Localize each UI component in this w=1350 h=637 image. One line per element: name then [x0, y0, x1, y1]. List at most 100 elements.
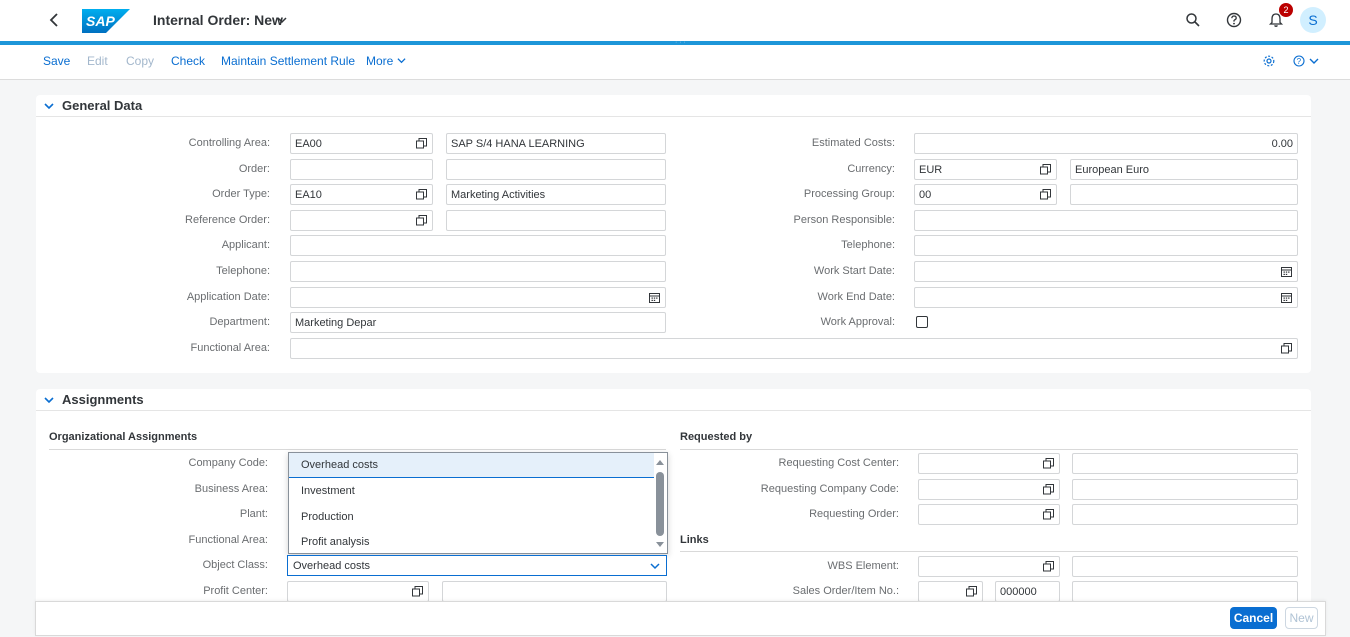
value-help-icon[interactable]	[416, 189, 427, 200]
back-button[interactable]	[46, 10, 64, 30]
value-help-icon[interactable]	[416, 138, 427, 149]
value-help-icon[interactable]	[1281, 343, 1292, 354]
scroll-up-arrow-icon[interactable]	[656, 458, 664, 466]
scroll-down-arrow-icon[interactable]	[656, 541, 664, 549]
sales-order-item-input[interactable]: 000000	[995, 581, 1060, 602]
profit-center-label: Profit Center:	[203, 585, 268, 597]
controlling-area-value: EA00	[295, 138, 322, 150]
general-data-title: General Data	[62, 98, 143, 113]
requesting-order-label: Requesting Order:	[809, 508, 899, 520]
maintain-settlement-rule-button[interactable]: Maintain Settlement Rule	[221, 54, 355, 68]
profit-center-input[interactable]	[287, 581, 429, 602]
calendar-icon[interactable]	[649, 292, 660, 303]
work-start-date-input[interactable]	[914, 261, 1298, 282]
order-desc	[446, 159, 666, 180]
requesting-cost-center-input[interactable]	[918, 453, 1060, 474]
processing-group-input[interactable]: 00	[914, 184, 1057, 205]
chevron-down-icon[interactable]	[276, 14, 288, 26]
logo-text: SAP	[86, 13, 115, 29]
calendar-icon[interactable]	[1281, 292, 1292, 303]
assignments-header[interactable]: Assignments	[36, 389, 1311, 411]
sap-logo[interactable]: SAP	[82, 9, 130, 33]
functional-area-input[interactable]	[290, 338, 1298, 359]
value-help-icon[interactable]	[1043, 561, 1054, 572]
value-help-icon[interactable]	[1043, 509, 1054, 520]
dropdown-option-production[interactable]: Production	[289, 505, 654, 530]
telephone-right-label: Telephone:	[841, 239, 895, 251]
sales-order-item-label: Sales Order/Item No.:	[792, 585, 899, 597]
applicant-input[interactable]	[290, 235, 666, 256]
new-button[interactable]: New	[1285, 607, 1318, 629]
collapse-chevron-icon[interactable]	[44, 395, 54, 405]
currency-input[interactable]: EUR	[914, 159, 1057, 180]
telephone-input[interactable]	[290, 261, 666, 282]
wbs-element-desc	[1072, 556, 1298, 577]
business-area-label: Business Area:	[194, 483, 268, 495]
dropdown-option-investment[interactable]: Investment	[289, 479, 654, 504]
application-date-label: Application Date:	[186, 291, 270, 303]
help-icon[interactable]	[1225, 11, 1243, 29]
object-class-label: Object Class:	[202, 559, 268, 571]
calendar-icon[interactable]	[1281, 266, 1292, 277]
links-title: Links	[680, 534, 709, 546]
notification-badge: 2	[1279, 3, 1293, 17]
dropdown-scrollbar-thumb[interactable]	[656, 472, 664, 536]
value-help-icon[interactable]	[416, 215, 427, 226]
work-end-date-input[interactable]	[914, 287, 1298, 308]
controlling-area-input[interactable]: EA00	[290, 133, 433, 154]
chevron-down-icon[interactable]	[1309, 54, 1319, 68]
requesting-order-input[interactable]	[918, 504, 1060, 525]
currency-desc: European Euro	[1070, 159, 1298, 180]
settings-gear-icon[interactable]	[1262, 54, 1276, 68]
more-button[interactable]: More	[366, 54, 406, 68]
collapse-chevron-icon[interactable]	[44, 101, 54, 111]
order-type-input[interactable]: EA10	[290, 184, 433, 205]
requesting-company-code-desc	[1072, 479, 1298, 500]
edit-button[interactable]: Edit	[87, 54, 108, 68]
value-help-icon[interactable]	[1040, 189, 1051, 200]
order-input[interactable]	[290, 159, 433, 180]
wbs-element-input[interactable]	[918, 556, 1060, 577]
reference-order-input[interactable]	[290, 210, 433, 231]
sales-order-input[interactable]	[918, 581, 983, 602]
controlling-area-label: Controlling Area:	[188, 137, 270, 149]
currency-label: Currency:	[847, 163, 895, 175]
requesting-order-desc	[1072, 504, 1298, 525]
object-class-dropdown-list[interactable]: Overhead costs Investment Production Pro…	[288, 452, 668, 554]
save-button[interactable]: Save	[43, 54, 70, 68]
department-input[interactable]: Marketing Depar	[290, 312, 666, 333]
general-data-header[interactable]: General Data	[36, 95, 1311, 117]
footer-toolbar: Cancel New	[35, 601, 1326, 636]
estimated-costs-input[interactable]: 0.00	[914, 133, 1298, 154]
value-help-icon[interactable]	[1043, 484, 1054, 495]
cancel-button[interactable]: Cancel	[1230, 607, 1277, 629]
plant-label: Plant:	[239, 508, 268, 520]
work-approval-checkbox[interactable]	[916, 316, 928, 328]
telephone-right-input[interactable]	[914, 235, 1298, 256]
value-help-icon[interactable]	[1040, 164, 1051, 175]
value-help-icon[interactable]	[1043, 458, 1054, 469]
order-label: Order:	[238, 163, 270, 175]
processing-group-label: Processing Group:	[803, 188, 895, 200]
person-responsible-input[interactable]	[914, 210, 1298, 231]
chevron-down-icon[interactable]	[650, 561, 660, 571]
copy-button[interactable]: Copy	[126, 54, 154, 68]
value-help-icon[interactable]	[966, 586, 977, 597]
requesting-company-code-label: Requesting Company Code:	[760, 483, 899, 495]
user-avatar[interactable]: S	[1300, 7, 1326, 33]
application-date-input[interactable]	[290, 287, 666, 308]
functional-area-assign-label: Functional Area:	[188, 534, 269, 546]
reference-order-desc	[446, 210, 666, 231]
dropdown-option-profit-analysis[interactable]: Profit analysis	[289, 530, 654, 555]
dropdown-option-overhead-costs[interactable]: Overhead costs	[289, 453, 654, 478]
chevron-down-icon	[397, 58, 406, 64]
requesting-company-code-input[interactable]	[918, 479, 1060, 500]
requested-section-divider	[680, 449, 1298, 450]
search-icon[interactable]	[1184, 11, 1202, 29]
app-title[interactable]: Internal Order: New	[153, 12, 283, 28]
check-button[interactable]: Check	[171, 54, 205, 68]
help-menu-icon[interactable]: ?	[1293, 54, 1307, 68]
person-responsible-label: Person Responsible:	[793, 214, 895, 226]
object-class-select[interactable]: Overhead costs	[287, 555, 667, 576]
value-help-icon[interactable]	[412, 586, 423, 597]
